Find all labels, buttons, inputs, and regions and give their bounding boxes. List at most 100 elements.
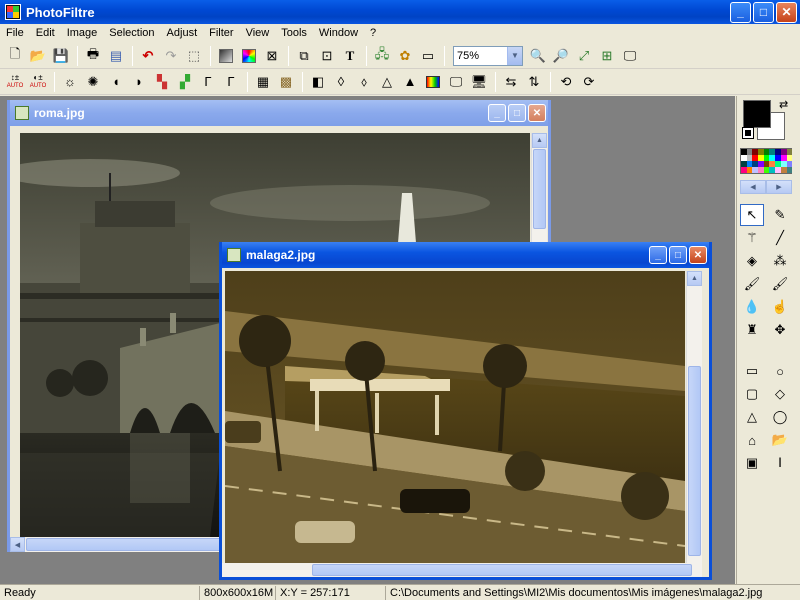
foreground-color-swatch[interactable] [743,100,771,128]
menu-tools[interactable]: Tools [275,27,313,39]
new-file-icon[interactable]: 🗋 [4,45,26,67]
spray-tool-icon[interactable]: ⁂ [768,250,792,272]
chevron-left-icon[interactable]: ◀ [740,180,766,194]
resize-image-icon[interactable]: ⧉ [293,45,315,67]
sharpen-icon[interactable]: ⬨ [353,71,375,93]
close-button[interactable]: ✕ [528,104,546,122]
menu-window[interactable]: Window [313,27,364,39]
scroll-thumb[interactable] [312,564,692,576]
blur-tool-icon[interactable]: 💧 [740,296,764,318]
explorer-icon[interactable]: ✿ [394,45,416,67]
menu-adjust[interactable]: Adjust [161,27,204,39]
maximize-button[interactable]: □ [753,1,774,23]
rotate-left-icon[interactable]: ⟲ [555,71,577,93]
horizontal-scrollbar[interactable] [222,563,702,577]
zoom-select[interactable]: 75% ▼ [453,45,523,66]
smudge-tool-icon[interactable]: ☝ [768,296,792,318]
undo-icon[interactable]: ↶ [137,45,159,67]
contrast-plus-icon[interactable]: ◗ [128,71,150,93]
text-select-icon[interactable]: Ⅰ [768,452,792,474]
ellipse-select-icon[interactable]: ○ [768,360,792,382]
menu-filter[interactable]: Filter [203,27,239,39]
chevron-down-icon[interactable]: ▼ [507,46,522,65]
monitor-icon[interactable]: 🖵 [445,71,467,93]
open-folder-select-icon[interactable]: 📂 [768,429,792,451]
zoom-in-icon[interactable]: 🔍 [527,45,549,67]
lasso-select-icon[interactable]: ◯ [768,406,792,428]
sharpen-more-icon[interactable]: ▲ [399,71,421,93]
effects-icon[interactable]: ⊠ [261,45,283,67]
mosaic-icon[interactable]: ▦ [252,71,274,93]
menu-selection[interactable]: Selection [103,27,160,39]
auto-levels-icon[interactable]: ↕± AUTO [4,71,26,93]
blur-icon[interactable]: ◊ [330,71,352,93]
palette-icon[interactable] [238,45,260,67]
menu-image[interactable]: Image [61,27,104,39]
close-button[interactable]: ✕ [776,1,797,23]
color-swatch[interactable] [786,167,793,173]
brightness-plus-icon[interactable]: ✺ [82,71,104,93]
tree-icon[interactable]: 🖧 [371,45,393,67]
triangle-icon[interactable]: △ [376,71,398,93]
print-icon[interactable]: 🖶 [82,45,104,67]
image-canvas-malaga[interactable] [225,271,685,563]
scroll-thumb[interactable] [26,538,226,551]
minimize-button[interactable]: _ [488,104,506,122]
triangle-select-icon[interactable]: △ [740,406,764,428]
selection-mode-icon[interactable]: ▣ [740,452,764,474]
grayscale-icon[interactable] [215,45,237,67]
eyedropper-tool-icon[interactable]: ✎ [768,204,792,226]
flip-horizontal-icon[interactable]: ⇆ [500,71,522,93]
color-swatches[interactable] [740,148,793,174]
fit-icon[interactable]: ⤢ [573,45,595,67]
child-titlebar[interactable]: roma.jpg _ □ ✕ [10,100,548,126]
pointer-tool-icon[interactable]: ↖ [740,204,764,226]
magic-wand-tool-icon[interactable]: ⚚ [740,227,764,249]
rectangle-select-icon[interactable]: ▭ [740,360,764,382]
fill-tool-icon[interactable]: ◈ [740,250,764,272]
scroll-thumb[interactable] [688,366,701,556]
saturation-plus-icon[interactable]: ▞ [174,71,196,93]
flip-vertical-icon[interactable]: ⇅ [523,71,545,93]
auto-contrast-icon[interactable]: ◐± AUTO [27,71,49,93]
zoom-window-icon[interactable]: ▭ [417,45,439,67]
advanced-brush-tool-icon[interactable]: 🖌 [768,273,792,295]
scroll-thumb[interactable] [533,149,546,229]
image-window-malaga[interactable]: malaga2.jpg _ □ ✕ ▲ [219,242,712,580]
gamma-minus-icon[interactable]: Γ [197,71,219,93]
actual-size-icon[interactable]: ⊞ [596,45,618,67]
fullscreen-icon[interactable]: 🖵 [619,45,641,67]
rounded-rect-select-icon[interactable]: ▢ [740,383,764,405]
crop-icon[interactable]: ⬚ [183,45,205,67]
child-titlebar[interactable]: malaga2.jpg _ □ ✕ [222,242,709,268]
text-icon[interactable]: T [339,45,361,67]
zoom-out-icon[interactable]: 🔎 [550,45,572,67]
scroll-left-icon[interactable]: ◀ [10,537,25,552]
scroll-up-icon[interactable]: ▲ [687,271,702,286]
texture-icon[interactable]: ▩ [275,71,297,93]
reset-colors-icon[interactable] [742,127,754,139]
menu-file[interactable]: File [0,27,30,39]
minimize-button[interactable]: _ [649,246,667,264]
brush-tool-icon[interactable]: 🖌 [740,273,764,295]
save-icon[interactable]: 💾 [50,45,72,67]
minimize-button[interactable]: _ [730,1,751,23]
flip-icon[interactable]: ◧ [307,71,329,93]
swap-colors-icon[interactable]: ⇄ [779,98,788,111]
menu-view[interactable]: View [240,27,276,39]
vertical-scrollbar[interactable]: ▲ [686,271,702,563]
chevron-right-icon[interactable]: ▶ [766,180,792,194]
contrast-minus-icon[interactable]: ◖ [105,71,127,93]
display-icon[interactable]: 🖥 [468,71,490,93]
diamond-select-icon[interactable]: ◇ [768,383,792,405]
line-tool-icon[interactable]: ╱ [768,227,792,249]
clone-tool-icon[interactable]: ✥ [768,319,792,341]
open-folder-icon[interactable]: 📂 [27,45,49,67]
scan-icon[interactable]: ▤ [105,45,127,67]
scroll-up-icon[interactable]: ▲ [532,133,547,148]
polygon-select-icon[interactable]: ⌂ [740,429,764,451]
menu-edit[interactable]: Edit [30,27,61,39]
brightness-minus-icon[interactable]: ☼ [59,71,81,93]
rotate-right-icon[interactable]: ⟳ [578,71,600,93]
menu-help[interactable]: ? [364,27,382,39]
